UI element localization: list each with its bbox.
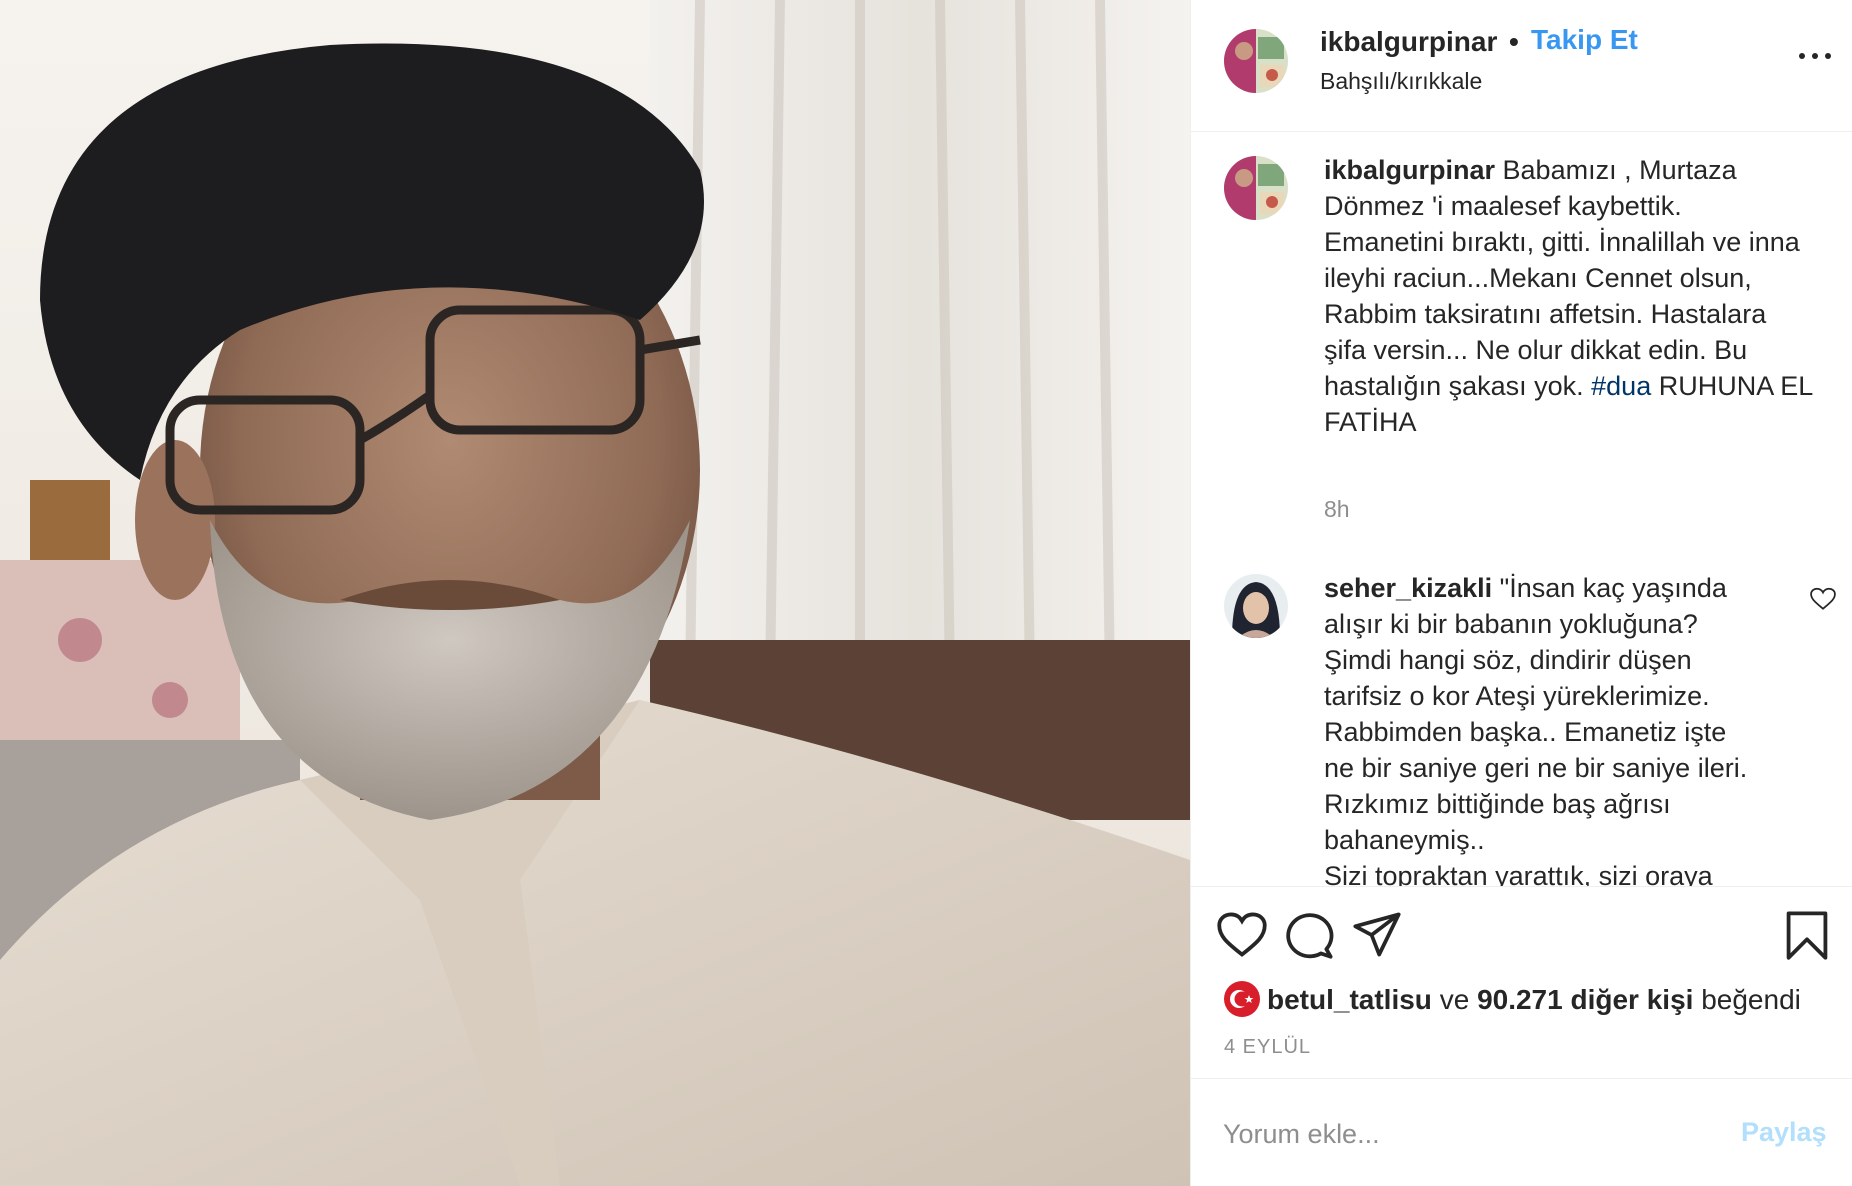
- likes-text: betul_tatlisu ve 90.271 diğer kişi beğen…: [1267, 984, 1801, 1016]
- caption-username[interactable]: ikbalgurpinar: [1324, 155, 1495, 185]
- post-location[interactable]: Bahşılı/kırıkkale: [1320, 68, 1482, 95]
- comments-section[interactable]: ikbalgurpinar Babamızı , Murtaza Dönmez …: [1191, 132, 1852, 886]
- paper-plane-icon[interactable]: [1351, 909, 1403, 961]
- follow-button[interactable]: Takip Et: [1531, 24, 1638, 56]
- likes-count[interactable]: 90.271 diğer kişi: [1477, 984, 1693, 1015]
- separator-dot: •: [1509, 26, 1519, 57]
- author-avatar[interactable]: [1224, 29, 1288, 93]
- liker-avatar-image: [1224, 981, 1260, 1017]
- caption-body-start: Babamızı , Murtaza Dönmez 'i maalesef ka…: [1324, 155, 1800, 401]
- post-date[interactable]: 4 EYLÜL: [1224, 1036, 1311, 1059]
- commenter-avatar[interactable]: [1224, 574, 1288, 638]
- liker-avatar[interactable]: [1224, 981, 1260, 1017]
- author-avatar-image: [1224, 29, 1288, 93]
- commenter-avatar-image: [1224, 574, 1288, 638]
- comment-text: seher_kizakli "İnsan kaç yaşında alışır …: [1324, 570, 1784, 886]
- caption-text: ikbalgurpinar Babamızı , Murtaza Dönmez …: [1324, 152, 1844, 440]
- caption-timestamp[interactable]: 8h: [1324, 496, 1350, 523]
- comment-like-heart-icon[interactable]: [1810, 587, 1836, 611]
- post-actions: betul_tatlisu ve 90.271 diğer kişi beğen…: [1191, 886, 1852, 1076]
- add-comment-bar: Paylaş: [1191, 1078, 1852, 1186]
- post-photo-image: [0, 0, 1190, 1186]
- bookmark-icon[interactable]: [1781, 909, 1833, 961]
- author-username[interactable]: ikbalgurpinar: [1320, 26, 1497, 58]
- more-horizontal-icon[interactable]: [1799, 46, 1833, 66]
- likes-suffix: beğendi: [1693, 984, 1801, 1015]
- caption-author-avatar[interactable]: [1224, 156, 1288, 220]
- liker-username[interactable]: betul_tatlisu: [1267, 984, 1432, 1015]
- post-comment-button[interactable]: Paylaş: [1741, 1117, 1827, 1148]
- post-header: ikbalgurpinar • Takip Et Bahşılı/kırıkka…: [1191, 0, 1852, 132]
- comment-body: "İnsan kaç yaşında alışır ki bir babanın…: [1324, 573, 1748, 886]
- comment-icon[interactable]: [1283, 909, 1335, 961]
- heart-icon[interactable]: [1216, 909, 1268, 961]
- post-photo[interactable]: [0, 0, 1190, 1186]
- post-details-panel: ikbalgurpinar • Takip Et Bahşılı/kırıkka…: [1190, 0, 1852, 1186]
- commenter-username[interactable]: seher_kizakli: [1324, 573, 1492, 603]
- caption-author-avatar-image: [1224, 156, 1288, 220]
- comment-input[interactable]: [1221, 1109, 1695, 1159]
- likes-connector: ve: [1431, 984, 1478, 1015]
- hashtag-link[interactable]: #dua: [1591, 371, 1651, 401]
